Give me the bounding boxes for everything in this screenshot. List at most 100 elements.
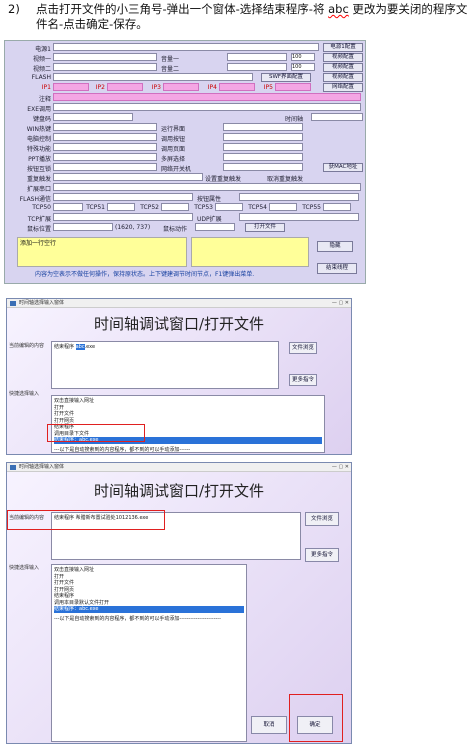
dialog1-window-title: 时间轴选择输入窗体 — [19, 300, 65, 306]
form-row-input[interactable] — [53, 213, 193, 221]
instruction-line2: 件名-点击确定-保存。 — [36, 17, 148, 31]
form-row-input[interactable] — [53, 193, 193, 201]
form-row-input[interactable] — [53, 113, 133, 121]
form-row-input[interactable] — [53, 173, 203, 181]
form-row-button[interactable]: 视频配置 — [323, 73, 363, 82]
form-row-input[interactable] — [53, 43, 319, 51]
form-row: FLASH通信 按钮属性 — [5, 193, 365, 203]
form-row-mid-input[interactable] — [223, 123, 303, 131]
tcp-field[interactable] — [53, 203, 83, 211]
highlight-box-1 — [47, 424, 145, 442]
volume-value[interactable]: 100 — [291, 63, 315, 71]
add-row-area[interactable]: 添加一行空行 — [17, 237, 187, 267]
add-row-label: 添加一行空行 — [20, 240, 57, 247]
form-row-mid-label: 按钮属性 — [197, 196, 222, 203]
tcp-field[interactable] — [323, 203, 351, 211]
form-row-mid-input[interactable] — [239, 213, 359, 221]
dialog2-window: 时间轴选择输入窗体 — ▢ ✕ 时间轴调试窗口/打开文件 当前编辑的内容 结束程… — [6, 462, 352, 744]
current-text-a: 结束程序 — [54, 344, 76, 350]
dialog1-title: 时间轴调试窗口/打开文件 — [93, 315, 265, 333]
form-row-input[interactable] — [53, 73, 253, 81]
timeline-label: 时间轴 — [285, 116, 304, 123]
form-row-input[interactable] — [53, 93, 361, 101]
radio-cancel-repeat[interactable]: 取消重复触发 — [267, 174, 337, 183]
form-row-input[interactable] — [53, 103, 361, 111]
app-icon — [10, 301, 16, 306]
dialog1-window: 时间轴选择输入窗体 — ▢ ✕ 时间轴调试窗口/打开文件 当前编辑的内容 结束程… — [6, 298, 352, 455]
tcp-field[interactable] — [269, 203, 297, 211]
hint-text: 内容为空表示不做任何操作，保持原状态。上下键建调节时间节点，F1键弹出菜单. — [35, 271, 255, 278]
dialog2-more-button[interactable]: 更多指令 — [305, 548, 339, 562]
tcp-field[interactable] — [107, 203, 135, 211]
tcp-field[interactable] — [215, 203, 243, 211]
form-row-input[interactable] — [53, 53, 157, 61]
form-row-label: TCP50 — [32, 204, 51, 211]
open-file-button[interactable]: 打开文件 — [245, 223, 285, 232]
form-row-label: 重复触发 — [26, 176, 51, 183]
timeline-input[interactable] — [311, 113, 363, 121]
form-row-button[interactable]: 视频配置 — [323, 63, 363, 72]
form-row-input[interactable] — [53, 153, 157, 161]
end-program-button[interactable]: 结束线程 — [317, 263, 357, 274]
form-row-mid-input[interactable] — [223, 163, 303, 171]
form-row-mid-input[interactable] — [223, 153, 303, 161]
form-row: 按钮互锁 网络开关机 获MAC地址 — [5, 163, 365, 173]
ip-field[interactable] — [53, 83, 89, 91]
highlight-box-2 — [7, 510, 165, 530]
form-row-button[interactable]: 电源1配置 — [323, 43, 363, 52]
config-form-screenshot: 电源1 电源1配置 视频一 音量一 100 视频配置 视频二 音量二 100 视频配置 FLASH S… — [4, 40, 366, 284]
form-row: 扩展串口 — [5, 183, 365, 193]
radio-set-repeat[interactable]: 设置重复触发 — [205, 174, 265, 183]
dialog1-more-button[interactable]: 更多指令 — [289, 374, 317, 386]
ip-field[interactable] — [275, 83, 311, 91]
form-row-mid-input[interactable] — [227, 63, 287, 71]
ip-field[interactable] — [219, 83, 255, 91]
auto-search-footer: ---以下是自动搜索到的内容程序，都不到的可以手动添加-------------… — [54, 615, 221, 622]
tcp-field[interactable] — [161, 203, 189, 211]
mouse-action-select[interactable] — [195, 223, 235, 231]
form-row-mid-label: 音量二 — [161, 66, 180, 73]
window-controls-icon[interactable]: — ▢ ✕ — [327, 464, 349, 470]
ip-field[interactable] — [163, 83, 199, 91]
form-row-button[interactable]: 获MAC地址 — [323, 163, 363, 172]
form-row-input[interactable] — [53, 123, 157, 131]
highlight-box-3 — [289, 694, 343, 742]
form-row-input[interactable] — [53, 163, 157, 171]
form-row: 视频二 音量二 100 视频配置 — [5, 63, 365, 73]
hide-button[interactable]: 隐藏 — [317, 241, 353, 252]
dialog1-titlebar: 时间轴选择输入窗体 — ▢ ✕ — [7, 299, 351, 308]
swf-config-button[interactable]: SWF界面配置 — [261, 73, 311, 82]
window-controls-icon[interactable]: — ▢ ✕ — [327, 300, 349, 306]
form-row-button[interactable]: 网络配置 — [323, 83, 363, 92]
volume-value[interactable]: 100 — [291, 53, 315, 61]
app-icon — [10, 465, 16, 470]
dialog2-options-list[interactable]: 双击直接输入网址 打开 打开文件 打开网页 结束程序 调用本目录默认文件打开 结束程序：ab… — [51, 564, 247, 742]
form-row-mid-label: 运行界面 — [161, 126, 186, 133]
form-row-input[interactable] — [53, 183, 361, 191]
form-row: WIN热键 运行界面 — [5, 123, 365, 133]
dialog1-current-textarea[interactable]: 结束程序 abc.exe — [51, 341, 279, 389]
option-item[interactable]: 结束程序：abc.exe — [54, 606, 244, 613]
form-row-mid-input[interactable] — [227, 53, 287, 61]
form-row-input[interactable] — [53, 133, 157, 141]
form-row: PPT播放 多屏选择 — [5, 153, 365, 163]
form-row-mid-input[interactable] — [223, 143, 303, 151]
form-row-input[interactable] — [53, 223, 113, 231]
auto-search-footer: ---以下是自动搜索到的内容程序，都不到的可以手动添加------ — [54, 446, 191, 453]
yellow-panel — [191, 237, 309, 267]
dialog1-browse-button[interactable]: 文件浏览 — [289, 342, 317, 354]
form-row-label: EXE调用 — [27, 106, 51, 113]
dialog2-browse-button[interactable]: 文件浏览 — [305, 512, 339, 526]
form-row-input[interactable] — [53, 143, 157, 151]
dialog2-cancel-button[interactable]: 取消 — [251, 716, 287, 734]
dialog1-current-label: 当前编辑的内容 — [9, 343, 45, 349]
ip-label: IP5 — [263, 84, 273, 91]
form-row-input[interactable] — [53, 63, 157, 71]
form-row-mid-input[interactable] — [223, 133, 303, 141]
form-row: 鼠标位置 (1620, 737) 鼠标动作 打开文件 — [5, 223, 365, 233]
form-row-button[interactable]: 视频配置 — [323, 53, 363, 62]
dialog1-quick-label: 快捷选择输入 — [9, 391, 40, 397]
ip-field[interactable] — [107, 83, 143, 91]
form-row-mid-input[interactable] — [239, 193, 359, 201]
step-number: 2) — [8, 2, 20, 16]
